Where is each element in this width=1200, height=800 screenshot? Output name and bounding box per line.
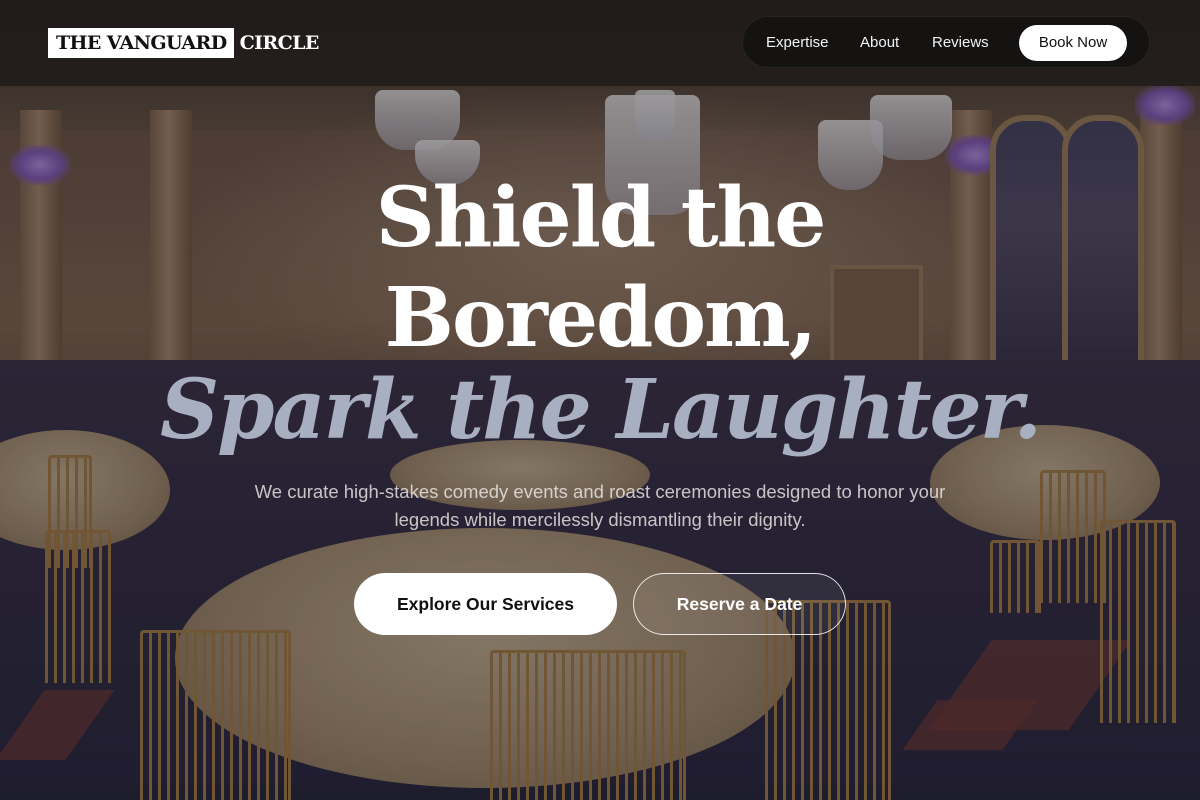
nav-link-about[interactable]: About	[860, 17, 899, 69]
nav-link-reviews[interactable]: Reviews	[932, 17, 989, 69]
nav-link-expertise[interactable]: Expertise	[766, 17, 829, 69]
site-header: THE VANGUARD CIRCLE Expertise About Revi…	[0, 0, 1200, 86]
explore-services-button[interactable]: Explore Our Services	[354, 573, 617, 635]
main-nav: Expertise About Reviews Book Now	[742, 16, 1150, 68]
book-now-button[interactable]: Book Now	[1019, 25, 1127, 61]
hero-headline-line-3: Spark the Laughter.	[159, 362, 1042, 458]
hero-subtitle: We curate high-stakes comedy events and …	[254, 481, 946, 530]
site-logo[interactable]: THE VANGUARD CIRCLE	[48, 28, 319, 58]
hero-headline-line-2: Boredom,	[384, 270, 818, 366]
logo-boxed-text: THE VANGUARD	[48, 28, 234, 58]
hero-headline-line-1: Shield the	[375, 170, 827, 266]
reserve-date-button[interactable]: Reserve a Date	[633, 573, 846, 635]
logo-text: CIRCLE	[239, 32, 320, 54]
